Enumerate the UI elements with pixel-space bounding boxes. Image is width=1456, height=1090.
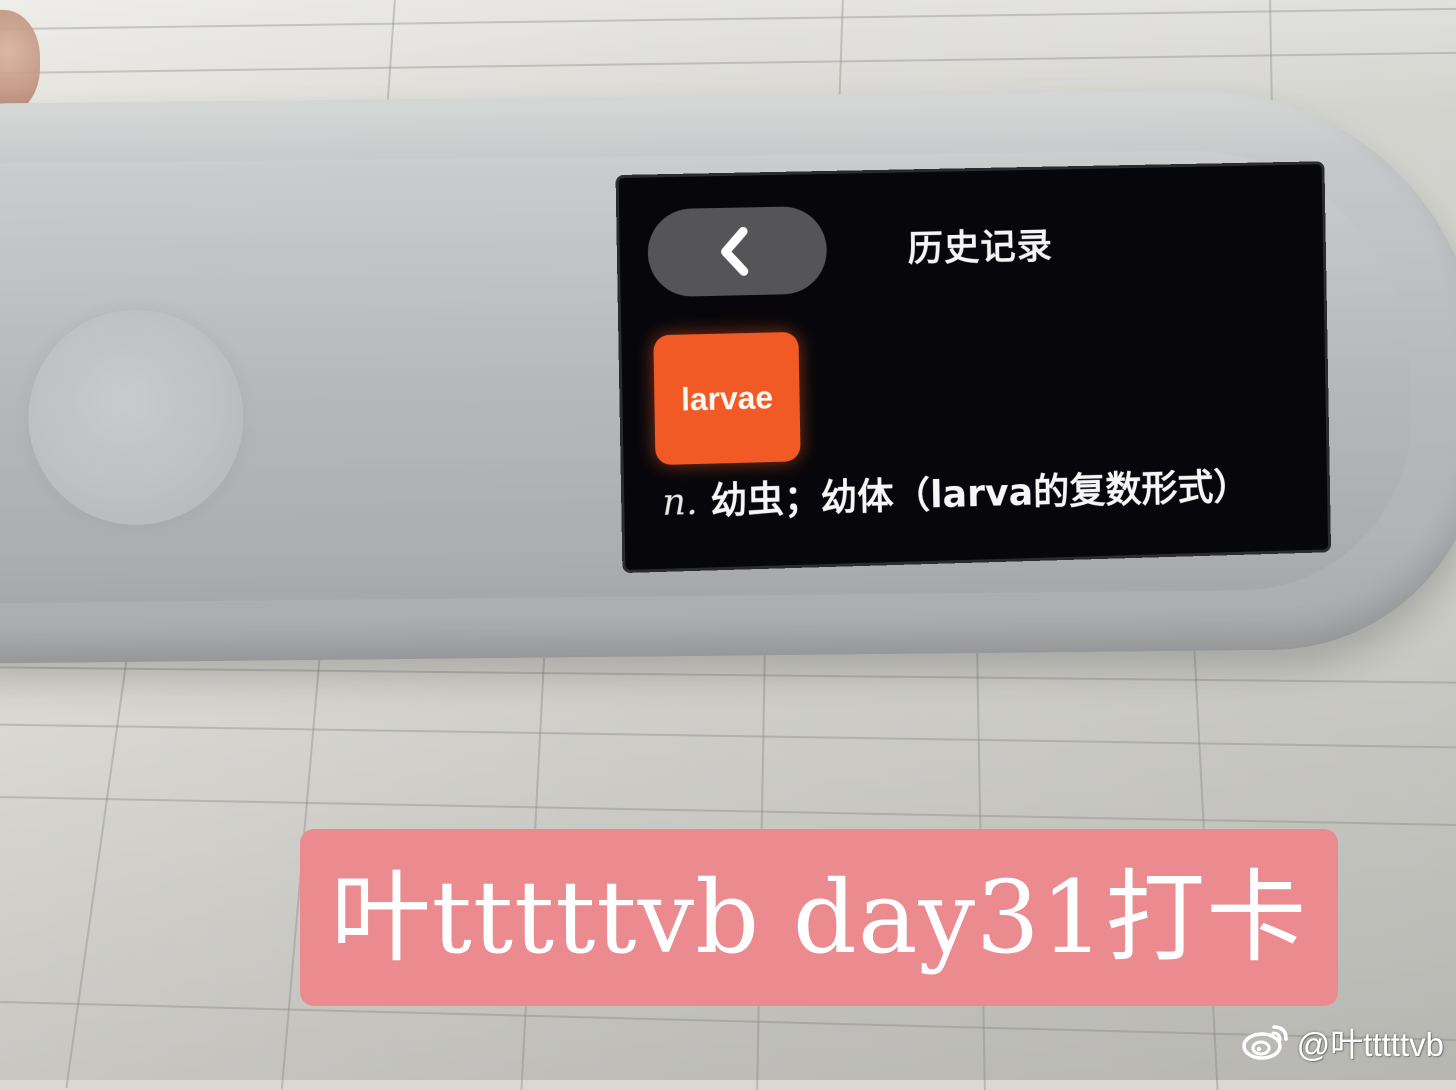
caption-text: 叶tttttvb day31打卡 xyxy=(331,868,1308,968)
weibo-icon xyxy=(1241,1021,1291,1063)
history-word-label: larvae xyxy=(681,379,774,418)
history-word-tile[interactable]: larvae xyxy=(653,332,800,465)
screen-title: 历史记录 xyxy=(907,217,1053,272)
definition-text: 幼虫；幼体（larva的复数形式） xyxy=(710,465,1249,523)
word-definition: n. 幼虫；幼体（larva的复数形式） xyxy=(662,457,1310,530)
device-screen: 历史记录 larvae n. 幼虫；幼体（larva的复数形式） xyxy=(619,164,1329,570)
chevron-left-icon xyxy=(707,221,768,282)
watermark-handle: @叶tttttvb xyxy=(1297,1018,1444,1066)
caption-banner: 叶tttttvb day31打卡 xyxy=(300,829,1338,1006)
watermark: @叶tttttvb xyxy=(1241,1018,1444,1066)
back-button[interactable] xyxy=(647,206,827,298)
device-home-button[interactable] xyxy=(27,309,244,526)
part-of-speech: n. xyxy=(662,480,698,524)
